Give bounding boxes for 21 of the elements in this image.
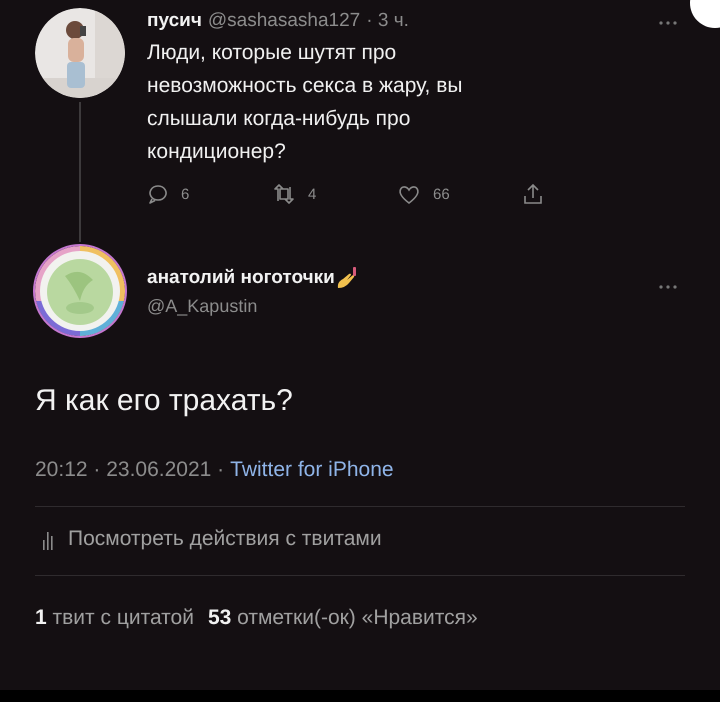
tweet-text: Я как его трахать? <box>34 383 294 418</box>
source-link[interactable]: Twitter for iPhone <box>230 458 394 482</box>
tweet-activity-link[interactable]: Посмотреть действия с твитами <box>68 527 382 551</box>
tweet-text: Люди, которые шутят про невозможность секса в жару, вы слышали когда-нибудь про кондиционер? <box>147 40 464 165</box>
more-icon[interactable] <box>658 284 678 290</box>
action-count: 66 <box>433 186 450 202</box>
user-name[interactable]: пусич <box>147 10 202 32</box>
share-icon[interactable] <box>522 182 544 206</box>
user-name[interactable]: анатолий ноготочки <box>147 266 335 288</box>
action-count: 4 <box>308 186 316 202</box>
tweet-time: · 3 ч. <box>366 10 409 32</box>
engagement-count[interactable]: 1 твит с цитатой <box>35 606 194 630</box>
heart-icon[interactable] <box>397 183 421 205</box>
tweet-timestamp: 20:12 · 23.06.2021 · <box>35 458 224 482</box>
more-icon[interactable] <box>658 20 678 26</box>
user-handle: @sashasasha127 <box>208 10 360 32</box>
engagement-count[interactable]: 53 отметки(-ок) «Нравится» <box>208 606 478 630</box>
retweet-icon[interactable] <box>272 183 296 205</box>
action-count: 6 <box>181 186 190 202</box>
user-handle: @A_Kapustin <box>147 296 258 316</box>
speech-bubble-icon[interactable] <box>147 183 169 205</box>
